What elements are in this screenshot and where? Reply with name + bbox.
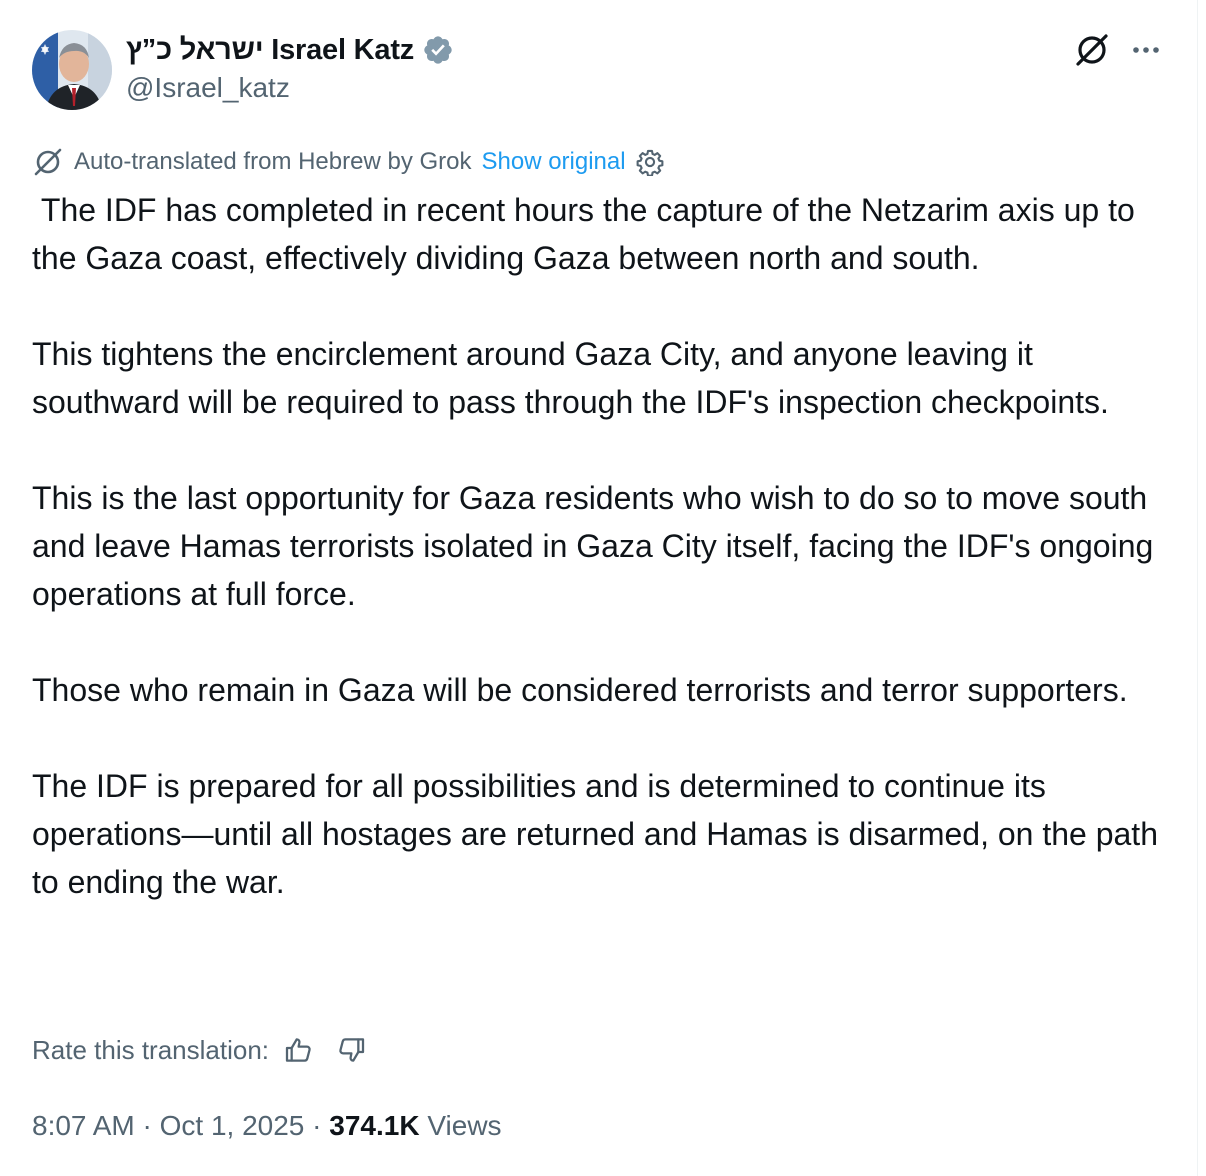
- translation-notice: Auto-translated from Hebrew by Grok Show…: [32, 144, 664, 180]
- avatar[interactable]: [32, 30, 112, 110]
- timeline-divider: [1197, 0, 1198, 1176]
- tweet-paragraph: Those who remain in Gaza will be conside…: [32, 672, 1128, 708]
- tweet-paragraph: The IDF has completed in recent hours th…: [32, 192, 1144, 276]
- show-original-link[interactable]: Show original: [482, 148, 626, 176]
- thumbs-up-icon[interactable]: [283, 1034, 315, 1066]
- author-name-row: ישראל כ”ץ Israel Katz: [126, 30, 454, 70]
- verified-badge-icon[interactable]: [422, 34, 454, 66]
- tweet-paragraph: The IDF is prepared for all possibilitie…: [32, 768, 1167, 900]
- author-handle[interactable]: @Israel_katz: [126, 72, 290, 104]
- tweet-paragraph: This is the last opportunity for Gaza re…: [32, 480, 1163, 612]
- grok-icon: [34, 148, 62, 176]
- views-count: 374.1K: [329, 1110, 420, 1141]
- rate-translation-label: Rate this translation:: [32, 1034, 270, 1065]
- grok-icon[interactable]: [1072, 30, 1112, 70]
- tweet-time[interactable]: 8:07 AM: [32, 1110, 135, 1142]
- meta-separator: ·: [304, 1110, 330, 1141]
- rate-translation-row: Rate this translation:: [32, 1030, 367, 1070]
- views-label: Views: [419, 1110, 502, 1141]
- author-display-name[interactable]: ישראל כ”ץ Israel Katz: [126, 34, 414, 67]
- translation-label: Auto-translated from Hebrew by Grok: [74, 148, 472, 175]
- tweet-paragraph: This tightens the encirclement around Ga…: [32, 336, 1109, 420]
- tweet-date[interactable]: Oct 1, 2025: [160, 1110, 305, 1142]
- meta-separator: ·: [134, 1110, 160, 1141]
- tweet-text: The IDF has completed in recent hours th…: [32, 186, 1172, 906]
- more-options-icon[interactable]: [1128, 36, 1164, 64]
- tweet-meta: 8:07 AM · Oct 1, 2025 · 374.1K Views: [32, 1104, 502, 1148]
- thumbs-down-icon[interactable]: [335, 1034, 367, 1066]
- avatar-image: [32, 30, 112, 110]
- gear-icon[interactable]: [636, 148, 664, 176]
